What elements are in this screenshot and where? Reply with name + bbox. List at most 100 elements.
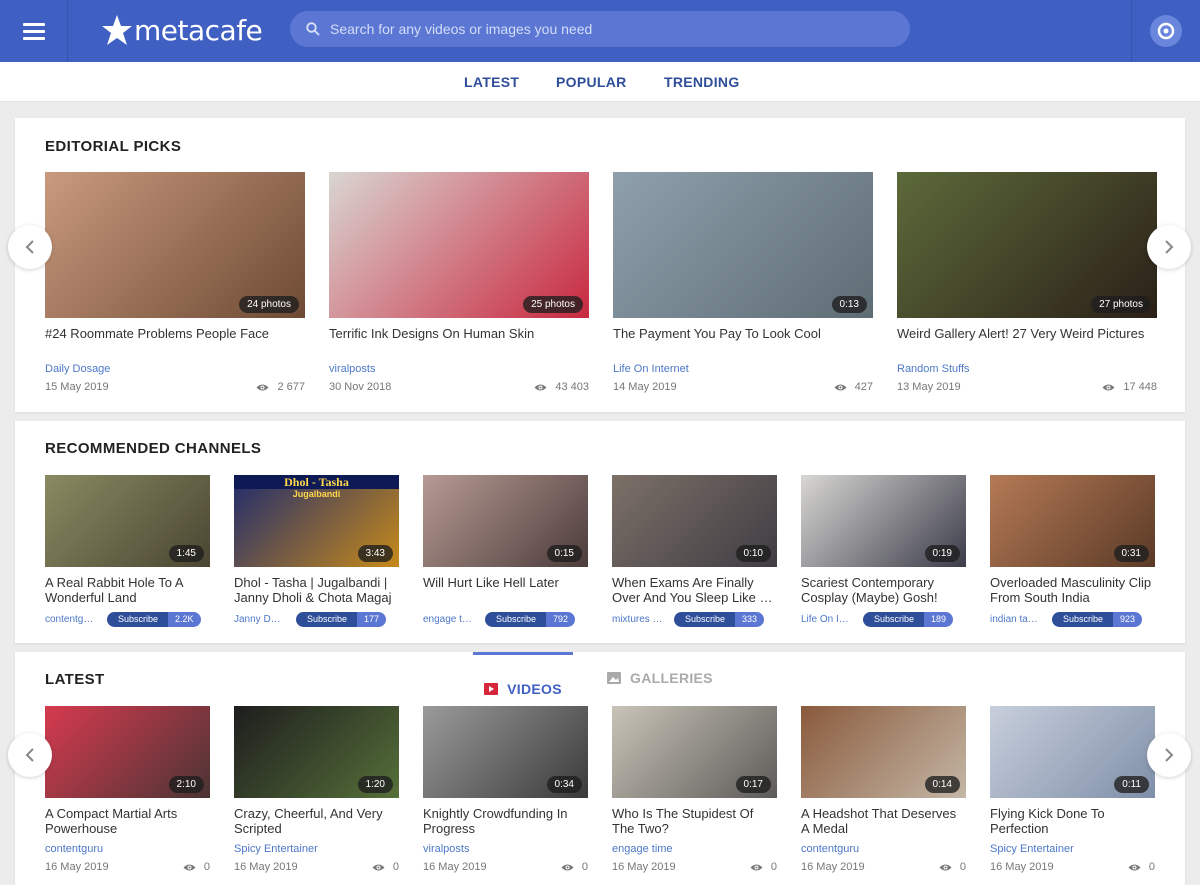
duration-badge: 3:43 <box>357 545 393 562</box>
view-count: 0 <box>372 861 399 873</box>
search-icon <box>306 22 320 36</box>
channel-link[interactable]: indian ta… <box>990 614 1052 625</box>
search-input[interactable] <box>330 21 890 37</box>
channel-link[interactable]: viralposts <box>329 363 375 375</box>
video-thumbnail[interactable]: 0:15 <box>423 475 588 567</box>
channel-link[interactable]: Life On Internet <box>613 363 689 375</box>
subscriber-count: 2.2K <box>168 611 201 627</box>
publish-date: 16 May 2019 <box>801 861 865 873</box>
video-thumbnail[interactable]: 24 photos <box>45 172 305 318</box>
channel-link[interactable]: contentg… <box>45 614 107 625</box>
channel-card[interactable]: Dhol - Tasha Jugalbandi 3:43 Dhol - Tasha |… <box>234 475 399 627</box>
card-title[interactable]: Who Is The Stupidest Of The Two? <box>612 806 777 836</box>
menu-button[interactable] <box>0 0 68 62</box>
card-title[interactable]: The Payment You Pay To Look Cool <box>613 326 873 341</box>
video-thumbnail[interactable]: 0:19 <box>801 475 966 567</box>
card-title[interactable]: Will Hurt Like Hell Later <box>423 575 588 590</box>
channel-card[interactable]: 0:10 When Exams Are Finally Over And You … <box>612 475 777 627</box>
subscribe-button[interactable]: Subscribe 923 <box>1052 611 1143 627</box>
logo[interactable]: metacafe <box>100 8 263 52</box>
subscribe-button[interactable]: Subscribe 333 <box>674 611 765 627</box>
channel-link[interactable]: contentguru <box>801 843 859 855</box>
duration-badge: 2:10 <box>168 776 204 793</box>
tab-latest[interactable]: LATEST <box>464 74 519 90</box>
tab-popular[interactable]: POPULAR <box>556 74 627 90</box>
channel-card[interactable]: 1:45 A Real Rabbit Hole To A Wonderful La… <box>45 475 210 627</box>
latest-video-card[interactable]: 2:10 A Compact Martial Arts Powerhouse con… <box>45 706 210 873</box>
card-title[interactable]: Terrific Ink Designs On Human Skin <box>329 326 589 341</box>
editorial-card[interactable]: 27 photos Weird Gallery Alert! 27 Very We… <box>897 172 1157 393</box>
channel-link[interactable]: Spicy Entertainer <box>234 843 318 855</box>
channel-card[interactable]: 0:19 Scariest Contemporary Cosplay (Maybe… <box>801 475 966 627</box>
video-thumbnail[interactable]: 2:10 <box>45 706 210 798</box>
tab-galleries[interactable]: GALLERIES <box>607 670 713 686</box>
subscribe-button[interactable]: Subscribe 2.2K <box>107 611 201 627</box>
carousel-prev-button[interactable] <box>8 225 52 269</box>
carousel-prev-button[interactable] <box>8 733 52 777</box>
channel-card[interactable]: 0:15 Will Hurt Like Hell Later engage t… Su… <box>423 475 588 627</box>
account-button[interactable] <box>1131 0 1200 62</box>
card-title[interactable]: Weird Gallery Alert! 27 Very Weird Pictu… <box>897 326 1157 341</box>
channel-link[interactable]: Janny D… <box>234 614 296 625</box>
card-title[interactable]: Crazy, Cheerful, And Very Scripted <box>234 806 399 836</box>
video-thumbnail[interactable]: 0:13 <box>613 172 873 318</box>
video-thumbnail[interactable]: 0:10 <box>612 475 777 567</box>
view-count-value: 427 <box>854 381 873 393</box>
video-thumbnail[interactable]: 0:17 <box>612 706 777 798</box>
card-title[interactable]: Scariest Contemporary Cosplay (Maybe) Go… <box>801 575 966 605</box>
editorial-card[interactable]: 0:13 The Payment You Pay To Look Cool Life… <box>613 172 873 393</box>
tab-videos[interactable]: VIDEOS <box>473 652 573 704</box>
subscribe-row: Janny D… Subscribe 177 <box>234 611 398 627</box>
card-title[interactable]: A Compact Martial Arts Powerhouse <box>45 806 210 836</box>
publish-date: 30 Nov 2018 <box>329 381 392 393</box>
card-title[interactable]: Knightly Crowdfunding In Progress <box>423 806 588 836</box>
card-title[interactable]: #24 Roommate Problems People Face <box>45 326 305 341</box>
tab-trending[interactable]: TRENDING <box>664 74 740 90</box>
video-thumbnail[interactable]: 0:31 <box>990 475 1155 567</box>
editorial-card[interactable]: 25 photos Terrific Ink Designs On Human S… <box>329 172 589 393</box>
video-thumbnail[interactable]: 27 photos <box>897 172 1157 318</box>
channel-link[interactable]: mixtures … <box>612 614 674 625</box>
video-thumbnail[interactable]: 25 photos <box>329 172 589 318</box>
eye-icon <box>834 384 847 390</box>
latest-video-card[interactable]: 0:11 Flying Kick Done To Perfection Spicy … <box>990 706 1155 873</box>
channel-link[interactable]: Random Stuffs <box>897 363 970 375</box>
latest-video-card[interactable]: 0:17 Who Is The Stupidest Of The Two? enga… <box>612 706 777 873</box>
carousel-next-button[interactable] <box>1147 225 1191 269</box>
video-thumbnail[interactable]: Dhol - Tasha Jugalbandi 3:43 <box>234 475 399 567</box>
card-title[interactable]: A Real Rabbit Hole To A Wonderful Land <box>45 575 210 605</box>
publish-date: 16 May 2019 <box>234 861 298 873</box>
channel-link[interactable]: engage t… <box>423 614 485 625</box>
card-title[interactable]: Dhol - Tasha | Jugalbandi | Janny Dholi … <box>234 575 399 605</box>
subscribe-button[interactable]: Subscribe 177 <box>296 611 387 627</box>
channel-link[interactable]: viralposts <box>423 843 469 855</box>
video-thumbnail[interactable]: 0:14 <box>801 706 966 798</box>
editorial-card[interactable]: 24 photos #24 Roommate Problems People Fa… <box>45 172 305 393</box>
latest-video-card[interactable]: 0:14 A Headshot That Deserves A Medal cont… <box>801 706 966 873</box>
card-title[interactable]: When Exams Are Finally Over And You Slee… <box>612 575 777 605</box>
video-thumbnail[interactable]: 0:34 <box>423 706 588 798</box>
latest-video-card[interactable]: 1:20 Crazy, Cheerful, And Very Scripted Sp… <box>234 706 399 873</box>
video-thumbnail[interactable]: 1:20 <box>234 706 399 798</box>
carousel-next-button[interactable] <box>1147 733 1191 777</box>
channel-link[interactable]: Life On I… <box>801 614 863 625</box>
subscribe-button[interactable]: Subscribe 189 <box>863 611 954 627</box>
publish-date: 15 May 2019 <box>45 381 109 393</box>
card-title[interactable]: Overloaded Masculinity Clip From South I… <box>990 575 1155 605</box>
channel-link[interactable]: contentguru <box>45 843 103 855</box>
subscribe-button[interactable]: Subscribe 792 <box>485 611 576 627</box>
eye-icon <box>372 864 385 870</box>
channel-link[interactable]: Daily Dosage <box>45 363 110 375</box>
eye-icon <box>561 864 574 870</box>
card-title[interactable]: Flying Kick Done To Perfection <box>990 806 1155 836</box>
eye-icon <box>750 864 763 870</box>
channel-card[interactable]: 0:31 Overloaded Masculinity Clip From Sou… <box>990 475 1155 627</box>
card-title[interactable]: A Headshot That Deserves A Medal <box>801 806 966 836</box>
channel-link[interactable]: Spicy Entertainer <box>990 843 1074 855</box>
channel-link[interactable]: engage time <box>612 843 673 855</box>
latest-video-card[interactable]: 0:34 Knightly Crowdfunding In Progress vir… <box>423 706 588 873</box>
subscribe-label: Subscribe <box>1052 611 1114 627</box>
video-thumbnail[interactable]: 0:11 <box>990 706 1155 798</box>
video-thumbnail[interactable]: 1:45 <box>45 475 210 567</box>
eye-icon <box>183 864 196 870</box>
